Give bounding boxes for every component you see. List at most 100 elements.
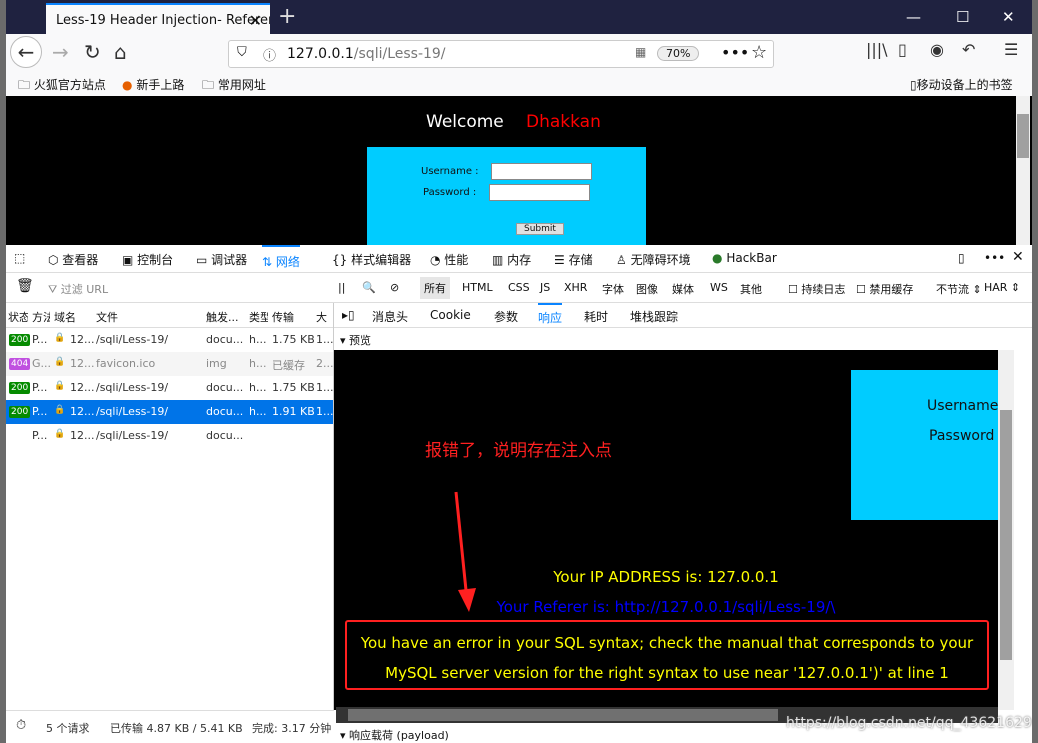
request-row[interactable]: 🔒 P... 12.../sqli/Less-19/docu...	[6, 424, 333, 448]
star-icon[interactable]: ☆	[751, 42, 767, 63]
column-header[interactable]: 域名	[54, 309, 92, 325]
filter-html[interactable]: HTML	[462, 281, 493, 294]
sidebar-icon[interactable]: ▯	[898, 40, 907, 59]
tool-console[interactable]: ▣ 控制台	[122, 251, 173, 268]
search-icon[interactable]: 🔍	[362, 281, 376, 294]
devtools-close-icon[interactable]: ✕	[1012, 249, 1024, 265]
cell-transfer: 1.75 KB	[272, 381, 315, 394]
devtools-more-icon[interactable]: •••	[984, 251, 1005, 265]
tab-less-19[interactable]: Less-19 Header Injection- Referer ✕	[46, 3, 270, 34]
column-header[interactable]: 传输	[272, 309, 312, 325]
picker-icon[interactable]: ⬚	[14, 251, 25, 265]
sql-error-box: You have an error in your SQL syntax; ch…	[345, 620, 989, 690]
column-header[interactable]: 大	[316, 309, 330, 325]
detail-tab[interactable]: 耗时	[584, 308, 608, 325]
column-header[interactable]: 方法	[32, 309, 50, 325]
shield-icon[interactable]: ⛉	[237, 45, 247, 60]
info-icon[interactable]: ⓘ	[263, 45, 276, 64]
throttle-select[interactable]: 不节流 ⇕	[936, 281, 982, 297]
network-filter-bar: 🗑 ⛛ 过滤 URL || 🔍 ⊘ 所有 HTML CSS JS XHR 字体 …	[6, 273, 1032, 303]
library-icon[interactable]: |||\	[866, 40, 888, 59]
filter-media[interactable]: 媒体	[672, 281, 694, 297]
pause-icon[interactable]: ||	[338, 281, 345, 294]
tool-performance[interactable]: ◔ 性能	[430, 251, 468, 268]
sql-error-line-1: You have an error in your SQL syntax; ch…	[360, 634, 974, 652]
tool-inspector[interactable]: ⬡ 查看器	[48, 251, 98, 268]
column-header[interactable]: 触发...	[206, 309, 245, 325]
forward-icon[interactable]: →	[52, 40, 69, 64]
tool-hackbar[interactable]: ● HackBar	[712, 251, 777, 265]
column-header[interactable]: 类型	[249, 309, 268, 325]
filter-xhr[interactable]: XHR	[564, 281, 587, 294]
toggle-panel-icon[interactable]: ▸▯	[342, 308, 355, 322]
filter-fonts[interactable]: 字体	[602, 281, 624, 297]
close-tab-icon[interactable]: ✕	[249, 11, 262, 30]
tool-accessibility[interactable]: ♙ 无障碍环境	[616, 251, 691, 268]
filter-css[interactable]: CSS	[508, 281, 530, 294]
detail-tab[interactable]: 堆栈跟踪	[630, 308, 678, 325]
zoom-level[interactable]: 70%	[657, 46, 700, 61]
filter-js[interactable]: JS	[540, 281, 550, 294]
menu-icon[interactable]: ☰	[1004, 40, 1018, 59]
preview-header[interactable]: ▾ 预览	[340, 332, 371, 348]
cell-size: 2...	[316, 357, 334, 370]
preview-vertical-scrollbar[interactable]	[998, 350, 1014, 710]
submit-button[interactable]: Submit	[516, 223, 564, 235]
request-row[interactable]: 200 🔒 P... 12.../sqli/Less-19/docu... h... 1.…	[6, 376, 334, 400]
status-badge: 200	[9, 334, 31, 346]
cell-transfer: 1.75 KB	[272, 333, 315, 346]
payload-header[interactable]: ▾ 响应载荷 (payload)	[340, 727, 449, 743]
new-tab-button[interactable]: +	[278, 4, 296, 29]
minimize-button[interactable]: —	[906, 8, 921, 26]
dhakkan-text: Dhakkan	[526, 112, 601, 132]
cell-size: 1...	[316, 333, 334, 346]
preview-username-label: Username	[927, 398, 998, 414]
account-icon[interactable]: ◉	[930, 40, 944, 59]
request-row[interactable]: 404 🔒 G... 12... favicon.ico img h... 已缓存 2...	[6, 352, 334, 376]
bookmark-2[interactable]: 🗀 常用网址	[202, 76, 266, 97]
filter-images[interactable]: 图像	[636, 281, 658, 297]
home-icon[interactable]: ⌂	[114, 40, 127, 64]
filter-all[interactable]: 所有	[420, 277, 450, 299]
bookmark-0[interactable]: 🗀 火狐官方站点	[18, 76, 106, 97]
password-input[interactable]	[489, 184, 590, 201]
tab-title: Less-19 Header Injection- Referer	[56, 13, 270, 28]
dock-icon[interactable]: ▯	[958, 251, 965, 265]
detail-tab[interactable]: 消息头	[372, 308, 408, 325]
url-bar[interactable]: ⛉ ⓘ 127.0.0.1/sqli/Less-19/ ▦ 70% ••• ☆	[228, 40, 774, 68]
more-icon[interactable]: •••	[721, 43, 749, 62]
block-icon[interactable]: ⊘	[390, 281, 399, 294]
filter-url-input[interactable]: ⛛ 过滤 URL	[48, 281, 108, 297]
tool-debugger[interactable]: ▭ 调试器	[196, 251, 247, 268]
har-menu[interactable]: HAR ⇕	[984, 281, 1020, 294]
trash-icon[interactable]: 🗑	[16, 278, 34, 294]
reload-icon[interactable]: ↻	[84, 40, 101, 64]
request-row[interactable]: 200 🔒 P... 12.../sqli/Less-19/docu... h... 1.…	[6, 400, 334, 424]
username-input[interactable]	[491, 163, 592, 180]
tool-storage[interactable]: ☰ 存储	[554, 251, 593, 268]
filter-ws[interactable]: WS	[710, 281, 728, 294]
mobile-bookmarks[interactable]: ▯移动设备上的书签	[910, 76, 1013, 93]
maximize-button[interactable]: ☐	[956, 8, 969, 26]
persist-log-checkbox[interactable]: ☐ 持续日志	[788, 281, 845, 297]
detail-tab[interactable]: 参数	[494, 308, 518, 325]
column-header[interactable]: 状态	[8, 309, 28, 325]
back-icon[interactable]: ←	[10, 36, 42, 68]
disable-cache-checkbox[interactable]: ☐ 禁用缓存	[856, 281, 913, 297]
detail-tab[interactable]: Cookie	[430, 308, 471, 322]
bookmark-1[interactable]: ● 新手上路	[122, 76, 184, 93]
cell-transfer: 1.91 KB	[272, 405, 315, 418]
page-scrollbar[interactable]	[1016, 96, 1030, 245]
tool-memory[interactable]: ▥ 内存	[492, 251, 531, 268]
column-header[interactable]: 文件	[96, 309, 202, 325]
tool-network[interactable]: ⇅ 网络	[262, 245, 300, 273]
detail-tab[interactable]: 响应	[538, 303, 563, 326]
undo-icon[interactable]: ↶	[962, 40, 975, 59]
qrcode-icon[interactable]: ▦	[635, 45, 646, 59]
request-row[interactable]: 200 🔒 P... 12.../sqli/Less-19/docu... h... 1.…	[6, 328, 334, 352]
filter-other[interactable]: 其他	[740, 281, 762, 297]
finish-time: 完成: 3.17 分钟	[252, 722, 332, 735]
close-window-button[interactable]: ✕	[1002, 8, 1015, 26]
response-preview: Username Password Your IP ADDRESS is: 12…	[334, 350, 998, 710]
tool-style-editor[interactable]: {} 样式编辑器	[332, 251, 411, 268]
